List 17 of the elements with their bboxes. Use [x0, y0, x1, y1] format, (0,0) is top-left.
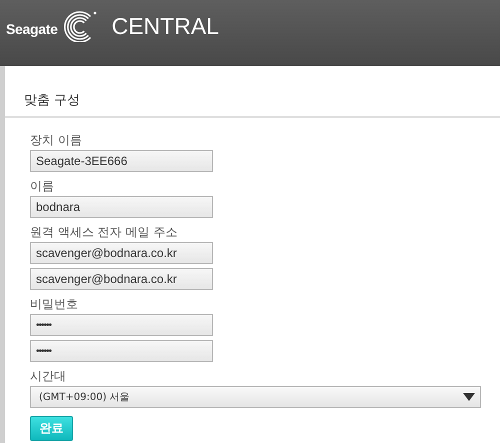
input-field[interactable]: scavenger@bodnara.co.kr — [30, 242, 213, 264]
input-field[interactable]: Seagate-3EE666 — [30, 150, 213, 172]
product-name: CENTRAL — [112, 12, 219, 40]
input-field[interactable]: bodnara — [30, 196, 213, 218]
password-field[interactable]: •••••• — [30, 340, 213, 362]
caret-icon — [463, 393, 475, 401]
logo-icon — [62, 10, 98, 42]
field-label: 장치 이름 — [30, 133, 83, 147]
field-label: 이름 — [30, 179, 55, 193]
panel-title: 맞춤 구성 — [5, 66, 500, 118]
field-label: 원격 액세스 전자 메일 주소 — [30, 225, 178, 239]
password-field[interactable]: •••••• — [30, 314, 213, 336]
input-field[interactable]: scavenger@bodnara.co.kr — [30, 268, 213, 290]
field-label: 시간대 — [30, 369, 67, 383]
timezone-dropdown[interactable]: (GMT+09:00) 서울 — [30, 386, 481, 408]
field-label: 비밀번호 — [30, 297, 79, 311]
brand-name: Seagate — [6, 21, 58, 37]
